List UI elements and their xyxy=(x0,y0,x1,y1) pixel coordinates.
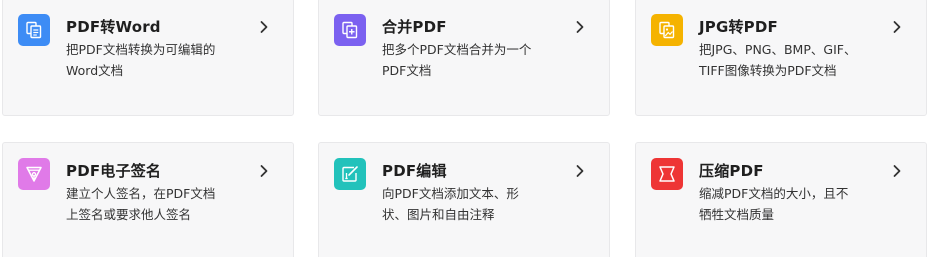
tools-grid: PDF转Word 把PDF文档转换为可编辑的 Word文档 合并PDF 把多个P… xyxy=(0,0,934,257)
tool-description: 把JPG、PNG、BMP、GIF、 TIFF图像转换为PDF文档 xyxy=(699,39,889,81)
description-line: 把多个PDF文档合并为一个 xyxy=(382,42,532,57)
tool-description: 把多个PDF文档合并为一个 PDF文档 xyxy=(382,39,572,81)
chevron-right-icon xyxy=(573,20,587,34)
description-line: Word文档 xyxy=(66,63,124,78)
pen-nib-icon xyxy=(18,158,50,190)
tool-title: PDF电子签名 xyxy=(66,162,162,180)
tool-title: 合并PDF xyxy=(382,18,447,36)
tool-description: 缩减PDF文档的大小，且不 牺牲文档质量 xyxy=(699,183,889,225)
description-line: TIFF图像转换为PDF文档 xyxy=(699,63,837,78)
description-line: 状、图片和自由注释 xyxy=(382,207,495,222)
chevron-right-icon xyxy=(257,164,271,178)
tool-card-jpg-to-pdf[interactable]: JPG转PDF 把JPG、PNG、BMP、GIF、 TIFF图像转换为PDF文档 xyxy=(635,0,927,116)
tool-description: 向PDF文档添加文本、形 状、图片和自由注释 xyxy=(382,183,572,225)
description-line: 缩减PDF文档的大小，且不 xyxy=(699,186,849,201)
chevron-right-icon xyxy=(573,164,587,178)
merge-pdf-icon xyxy=(334,14,366,46)
description-line: PDF文档 xyxy=(382,63,432,78)
tool-card-pdf-edit[interactable]: PDF编辑 向PDF文档添加文本、形 状、图片和自由注释 xyxy=(318,142,610,257)
tool-title: 压缩PDF xyxy=(699,162,764,180)
description-line: 建立个人签名，在PDF文档 xyxy=(66,186,216,201)
tool-card-pdf-to-word[interactable]: PDF转Word 把PDF文档转换为可编辑的 Word文档 xyxy=(2,0,294,116)
tool-description: 把PDF文档转换为可编辑的 Word文档 xyxy=(66,39,256,81)
tool-description: 建立个人签名，在PDF文档 上签名或要求他人签名 xyxy=(66,183,256,225)
jpg-to-pdf-icon xyxy=(651,14,683,46)
chevron-right-icon xyxy=(257,20,271,34)
tool-card-compress-pdf[interactable]: 压缩PDF 缩减PDF文档的大小，且不 牺牲文档质量 xyxy=(635,142,927,257)
compress-pdf-icon xyxy=(651,158,683,190)
tool-card-pdf-esign[interactable]: PDF电子签名 建立个人签名，在PDF文档 上签名或要求他人签名 xyxy=(2,142,294,257)
edit-pdf-icon xyxy=(334,158,366,190)
chevron-right-icon xyxy=(890,20,904,34)
chevron-right-icon xyxy=(890,164,904,178)
tool-title: PDF编辑 xyxy=(382,162,447,180)
tool-card-merge-pdf[interactable]: 合并PDF 把多个PDF文档合并为一个 PDF文档 xyxy=(318,0,610,116)
description-line: 上签名或要求他人签名 xyxy=(66,207,192,222)
pdf-to-word-icon xyxy=(18,14,50,46)
description-line: 牺牲文档质量 xyxy=(699,207,775,222)
tool-title: PDF转Word xyxy=(66,18,161,36)
description-line: 向PDF文档添加文本、形 xyxy=(382,186,519,201)
description-line: 把JPG、PNG、BMP、GIF、 xyxy=(699,42,857,57)
tool-title: JPG转PDF xyxy=(699,18,778,36)
description-line: 把PDF文档转换为可编辑的 xyxy=(66,42,216,57)
